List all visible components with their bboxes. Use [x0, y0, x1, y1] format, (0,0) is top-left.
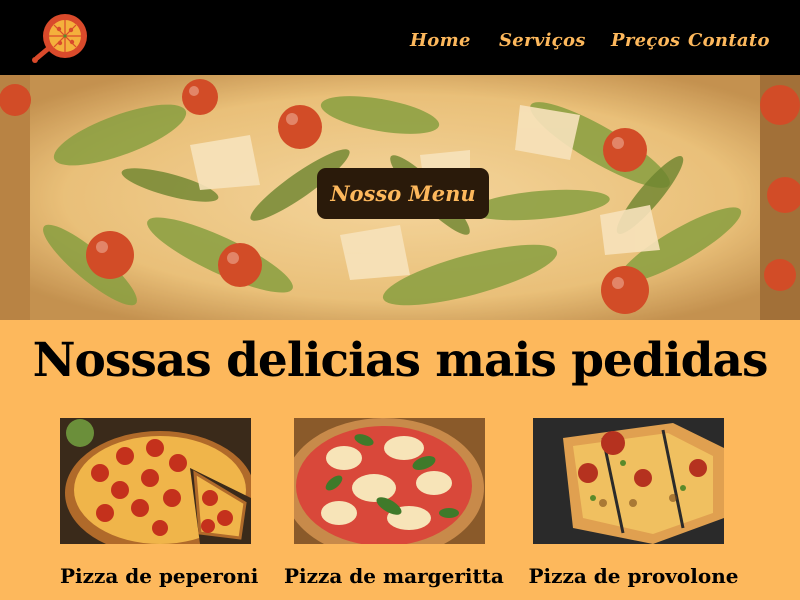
pizza-logo-icon[interactable] [27, 12, 91, 66]
nav-link-precos[interactable]: Preços [611, 30, 680, 51]
pizza-peperoni-label[interactable]: Pizza de peperoni [60, 564, 258, 588]
nav-link-servicos[interactable]: Serviços [499, 30, 586, 51]
navbar: Home Serviços Preços Contato [0, 0, 800, 75]
nosso-menu-button[interactable]: Nosso Menu [317, 168, 489, 219]
pizza-margeritta-image[interactable] [294, 418, 485, 544]
nav-link-home[interactable]: Home [410, 30, 471, 51]
nav-link-contato[interactable]: Contato [688, 30, 770, 51]
hero-banner: Nosso Menu [0, 75, 800, 320]
pizza-provolone-image[interactable] [533, 418, 724, 544]
section-title: Nossas delicias mais pedidas [32, 333, 769, 388]
pizza-provolone-label[interactable]: Pizza de provolone [528, 564, 739, 588]
pizza-margeritta-label[interactable]: Pizza de margeritta [284, 564, 504, 588]
pizza-peperoni-image[interactable] [60, 418, 251, 544]
